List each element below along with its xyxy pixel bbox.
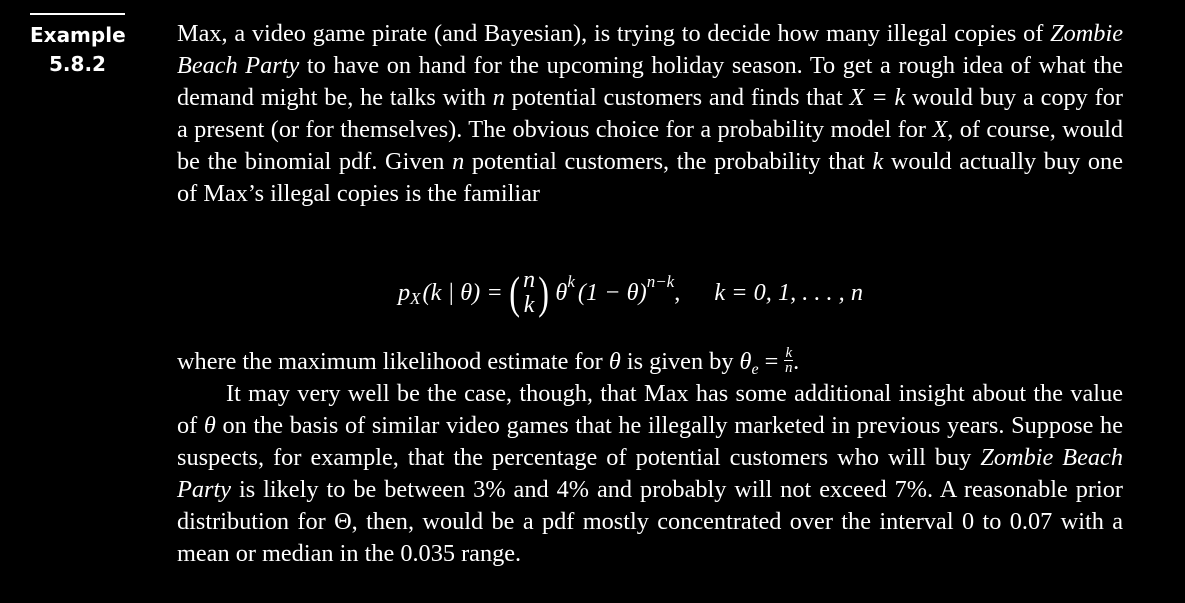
eq-exp1: k [567, 272, 575, 291]
eq-comma: , [674, 279, 681, 306]
math-n: n [452, 148, 465, 175]
math-n: n [492, 84, 505, 111]
example-label-text: Example [30, 23, 126, 47]
frac-den: n [785, 359, 793, 376]
example-number: 5.8.2 [49, 52, 106, 76]
paragraph-prior: It may very well be the case, though, th… [177, 378, 1123, 570]
frac-num: k [784, 344, 794, 361]
math-x-equals-k: X = k [849, 84, 906, 111]
math-theta: θ [608, 348, 621, 375]
binomial-coefficient: ( n k ) [507, 268, 552, 318]
eq-range: k = 0, 1, . . . , n [714, 279, 863, 306]
fraction-k-over-n: kn [784, 344, 794, 376]
binom-stack: n k [523, 268, 535, 318]
text-run: Max, a video game pirate (and Bayesian),… [177, 20, 1051, 47]
text-run: is likely to be between 3% and 4% and pr… [177, 476, 1123, 567]
eq-mid: (1 − θ) [577, 279, 647, 306]
math-sub-e: e [751, 361, 759, 378]
eq-args: (k | θ) = [422, 279, 503, 306]
eq-p: p [398, 279, 411, 306]
binom-bottom: k [523, 292, 535, 318]
binomial-pdf-equation: pX (k | θ) = ( n k ) θk (1 − θ) n−k, k = … [398, 258, 863, 328]
eq-subscript: X [410, 289, 421, 308]
paragraph-mle: where the maximum likelihood estimate fo… [177, 344, 1123, 381]
math-k: k [872, 148, 884, 175]
eq-exp2: n−k [646, 272, 675, 291]
math-theta: θ [203, 412, 216, 439]
binom-top: n [523, 267, 536, 293]
eq-theta: θ [555, 279, 568, 306]
left-paren: ( [509, 267, 520, 318]
text-run: where the maximum likelihood estimate fo… [177, 348, 609, 375]
paragraph-intro: Max, a video game pirate (and Bayesian),… [177, 18, 1123, 210]
text-run: potential customers and finds that [504, 84, 850, 111]
math-x: X [932, 116, 948, 143]
example-label: Example 5.8.2 [30, 13, 126, 79]
text-run: . [793, 348, 800, 375]
text-run: is given by [620, 348, 740, 375]
text-run: potential customers, the probability tha… [464, 148, 873, 175]
text-run: = [758, 348, 785, 375]
math-theta-e: θ [739, 348, 752, 375]
right-paren: ) [538, 267, 550, 318]
